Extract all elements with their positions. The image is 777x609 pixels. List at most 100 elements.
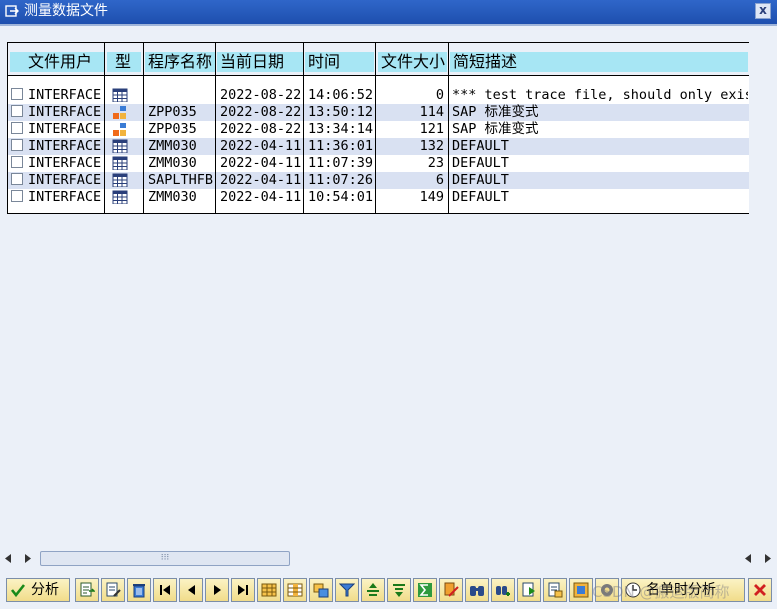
cell-program-name: ZMM030 — [148, 155, 197, 171]
cancel-button[interactable] — [748, 578, 772, 602]
details-button[interactable] — [309, 578, 333, 602]
header-time[interactable]: 时间 — [305, 52, 374, 72]
sum-icon — [418, 583, 432, 597]
cell-file-user: INTERFACE — [28, 121, 102, 137]
row-select-checkbox[interactable] — [11, 139, 23, 151]
cell-current-date: 2022-08-22 — [220, 104, 302, 120]
column-divider — [143, 43, 144, 213]
column-divider — [375, 43, 376, 213]
delete-button[interactable] — [127, 578, 151, 602]
cell-file-user: INTERFACE — [28, 104, 102, 120]
scroll-page-right-icon[interactable] — [24, 554, 32, 563]
row-select-checkbox[interactable] — [11, 88, 23, 100]
window-icon — [5, 5, 19, 17]
table-row[interactable]: INTERFACE ZPP035 2022-08-22 13:34:14 121 SAP … — [8, 121, 749, 138]
header-type[interactable]: 型 — [107, 52, 141, 72]
cell-program-name: ZMM030 — [148, 189, 197, 205]
table-row[interactable]: INTERFACE ZMM030 2022-04-11 11:07:39 23 DEFAU… — [8, 155, 749, 172]
header-file-user[interactable]: 文件用户 — [10, 52, 104, 72]
sort-ascending-button[interactable] — [361, 578, 385, 602]
column-divider — [104, 43, 105, 213]
cell-type — [108, 104, 142, 121]
column-divider — [448, 43, 449, 213]
scroll-left-icon[interactable] — [4, 554, 12, 563]
cell-type — [108, 172, 142, 189]
header-file-size[interactable]: 文件大小 — [378, 52, 447, 72]
table-grid-icon — [112, 190, 128, 204]
find-button[interactable] — [465, 578, 489, 602]
data-table: 文件用户 型 程序名称 当前日期 时间 文件大小 简短描述 INTERFACE 2… — [7, 42, 749, 214]
cell-file-user: INTERFACE — [28, 155, 102, 171]
cell-short-description: DEFAULT — [452, 155, 509, 171]
table-row[interactable]: INTERFACE ZMM030 2022-04-11 11:36:01 132 DEFA… — [8, 138, 749, 155]
table-row[interactable]: INTERFACE SAPLTHFB 2022-04-11 11:07:26 6 DEFA… — [8, 172, 749, 189]
row-select-checkbox[interactable] — [11, 105, 23, 117]
table-row[interactable]: INTERFACE ZPP035 2022-08-22 13:50:12 114 SAP … — [8, 104, 749, 121]
window-title: 测量数据文件 — [24, 3, 108, 19]
first-page-button[interactable] — [153, 578, 177, 602]
row-select-checkbox[interactable] — [11, 122, 23, 134]
cell-time: 13:34:14 — [308, 121, 374, 137]
edit-button[interactable] — [101, 578, 125, 602]
horizontal-scrollbar[interactable]: ⁝⁝⁝ — [0, 550, 777, 567]
cell-type — [108, 189, 142, 206]
table-layout-icon — [261, 583, 277, 597]
cell-short-description: DEFAULT — [452, 189, 509, 205]
save-list-button[interactable] — [543, 578, 567, 602]
columns-button[interactable] — [283, 578, 307, 602]
clock-icon — [625, 582, 641, 598]
cell-short-description: SAP 标准变式 — [452, 104, 539, 120]
time-analysis-button[interactable]: 名单时分析 — [621, 578, 745, 602]
cell-type — [108, 87, 142, 104]
analyze-button[interactable]: 分析 — [6, 578, 70, 602]
save-list-icon — [548, 582, 563, 598]
cell-program-name: ZMM030 — [148, 138, 197, 154]
cell-file-user: INTERFACE — [28, 138, 102, 154]
close-button[interactable]: x — [755, 3, 771, 19]
cell-short-description: SAP 标准变式 — [452, 121, 539, 137]
first-page-icon — [160, 585, 170, 595]
scroll-thumb[interactable]: ⁝⁝⁝ — [40, 551, 290, 566]
scroll-page-left-icon[interactable] — [744, 554, 752, 563]
last-page-button[interactable] — [231, 578, 255, 602]
scroll-right-icon[interactable] — [764, 554, 772, 563]
row-select-checkbox[interactable] — [11, 190, 23, 202]
trash-icon — [133, 584, 145, 598]
layout-button[interactable] — [257, 578, 281, 602]
cell-current-date: 2022-08-22 — [220, 121, 302, 137]
header-current-date[interactable]: 当前日期 — [217, 52, 303, 72]
document-view-icon — [80, 582, 95, 597]
cancel-icon — [754, 584, 766, 596]
sort-descending-button[interactable] — [387, 578, 411, 602]
row-select-checkbox[interactable] — [11, 173, 23, 185]
header-program-name[interactable]: 程序名称 — [145, 52, 215, 72]
variant-button[interactable] — [569, 578, 593, 602]
table-grid-icon — [112, 88, 128, 102]
title-bar: 测量数据文件 x — [0, 0, 777, 24]
detail-view-button[interactable] — [75, 578, 99, 602]
print-button[interactable] — [439, 578, 463, 602]
filter-icon — [339, 583, 355, 597]
sort-ascending-icon — [367, 583, 379, 596]
previous-page-button[interactable] — [179, 578, 203, 602]
structure-blocks-icon — [113, 123, 126, 136]
cell-file-size: 149 — [419, 189, 444, 205]
structure-blocks-icon — [113, 106, 126, 119]
gear-icon — [601, 584, 613, 596]
table-grid-icon — [112, 173, 128, 187]
total-button[interactable] — [413, 578, 437, 602]
settings-button[interactable] — [595, 578, 619, 602]
table-row[interactable]: INTERFACE ZMM030 2022-04-11 10:54:01 149 DEFA… — [8, 189, 749, 206]
cell-file-size: 0 — [435, 87, 444, 103]
cell-current-date: 2022-04-11 — [220, 155, 302, 171]
next-page-button[interactable] — [205, 578, 229, 602]
table-row[interactable]: INTERFACE 2022-08-22 14:06:52 0 *** test tra… — [8, 87, 749, 104]
row-select-checkbox[interactable] — [11, 156, 23, 168]
details-icon — [313, 583, 329, 598]
cell-time: 11:07:39 — [308, 155, 374, 171]
find-next-button[interactable] — [491, 578, 515, 602]
filter-button[interactable] — [335, 578, 359, 602]
header-short-description[interactable]: 简短描述 — [450, 52, 748, 72]
export-local-button[interactable] — [517, 578, 541, 602]
cell-short-description: DEFAULT — [452, 172, 509, 188]
